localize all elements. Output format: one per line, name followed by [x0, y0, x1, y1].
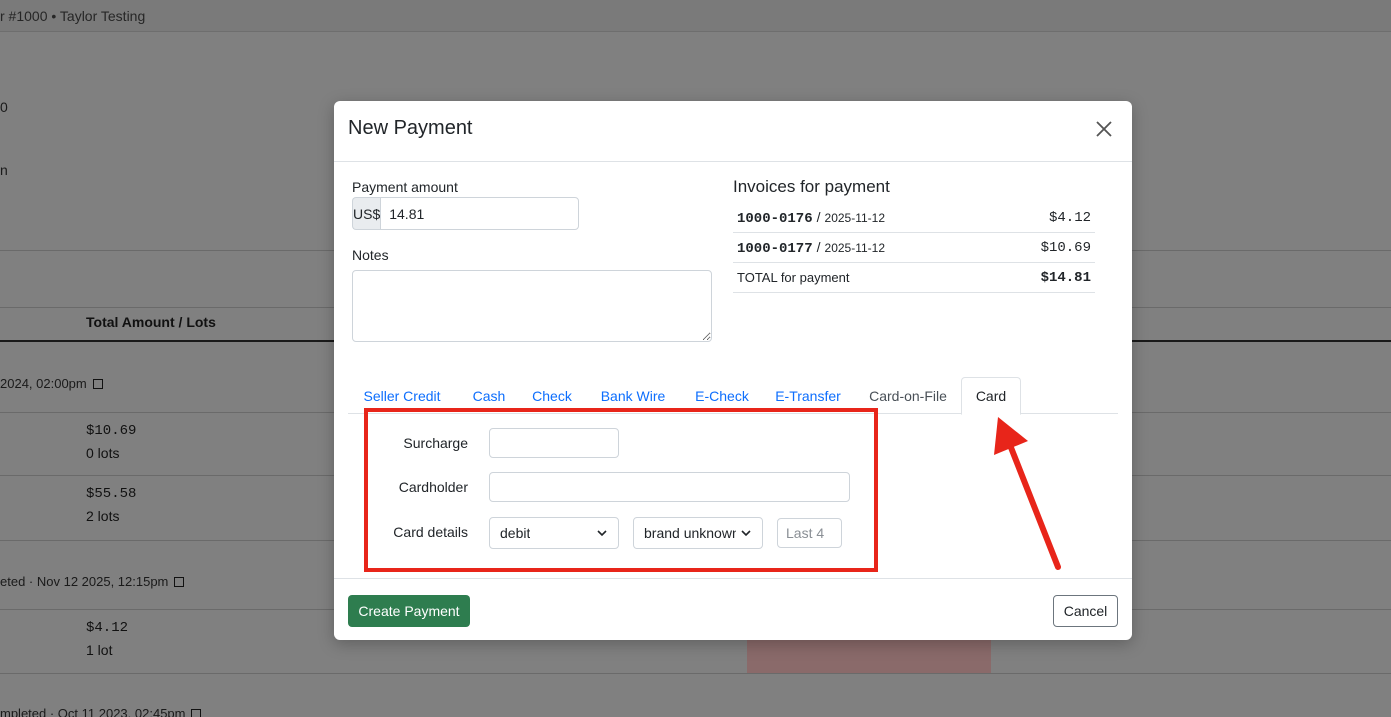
- row-amount: $10.69: [86, 423, 137, 439]
- row-lots: 1 lot: [86, 642, 113, 658]
- background-fragment: 0: [0, 99, 8, 115]
- invoice-date: 2025-11-12: [824, 210, 886, 225]
- modal-footer: Create Payment Cancel: [334, 578, 1132, 640]
- invoice-id: 1000-0176: [737, 210, 813, 227]
- invoice-separator: /: [816, 208, 821, 225]
- modal-title: New Payment: [348, 117, 473, 139]
- highlight-cell: [747, 640, 991, 674]
- background-meta: eted · Nov 12 2025, 12:15pm: [0, 574, 185, 589]
- payment-amount-input[interactable]: [380, 197, 580, 230]
- external-link-icon: [191, 709, 202, 717]
- invoice-id: 1000-0177: [737, 240, 813, 257]
- background-header: r #1000 • Taylor Testing: [0, 0, 1391, 32]
- row-amount: $55.58: [86, 486, 137, 502]
- currency-addon: US$: [352, 197, 381, 230]
- create-payment-button[interactable]: Create Payment: [348, 595, 470, 627]
- notes-textarea[interactable]: [352, 270, 712, 342]
- invoices-table: 1000-0176/2025-11-12 $4.12 1000-0177/202…: [733, 203, 1095, 293]
- annotation-arrow-icon: [994, 417, 1061, 570]
- invoice-date: 2025-11-12: [824, 240, 886, 255]
- divider: [0, 673, 1391, 674]
- invoice-amount: $4.12: [1048, 209, 1091, 226]
- payment-amount-label: Payment amount: [352, 179, 458, 195]
- table-header-total: Total Amount / Lots: [86, 314, 216, 330]
- invoices-title: Invoices for payment: [733, 177, 890, 196]
- external-link-icon: [174, 577, 185, 587]
- invoice-row: 1000-0177/2025-11-12 $10.69: [733, 233, 1095, 263]
- invoice-separator: /: [816, 238, 821, 255]
- table-row: $10.69 0 lots: [86, 420, 136, 464]
- table-row: $55.58 2 lots: [86, 483, 136, 527]
- annotation-highlight-box: [364, 408, 878, 572]
- table-row: $4.12 1 lot: [86, 617, 128, 661]
- total-label: TOTAL for payment: [737, 270, 850, 285]
- invoice-row: 1000-0176/2025-11-12 $4.12: [733, 203, 1095, 233]
- background-header-text: r #1000 • Taylor Testing: [0, 8, 146, 24]
- modal-header: New Payment: [334, 101, 1132, 162]
- tab-card-on-file[interactable]: Card-on-File: [868, 377, 948, 414]
- cancel-button[interactable]: Cancel: [1053, 595, 1118, 627]
- row-lots: 2 lots: [86, 508, 120, 524]
- payment-amount-group: US$: [352, 197, 580, 230]
- external-link-icon: [92, 379, 103, 389]
- notes-label: Notes: [352, 247, 389, 263]
- invoice-amount: $10.69: [1040, 239, 1091, 256]
- total-amount: $14.81: [1040, 269, 1091, 286]
- background-meta: 2024, 02:00pm: [0, 376, 103, 391]
- background-fragment: n: [0, 162, 8, 178]
- tab-card[interactable]: Card: [961, 377, 1021, 415]
- close-icon[interactable]: [1094, 119, 1114, 139]
- background-meta: mpleted · Oct 11 2023, 02:45pm: [0, 706, 202, 717]
- row-amount: $4.12: [86, 620, 129, 636]
- invoice-total-row: TOTAL for payment $14.81: [733, 263, 1095, 293]
- row-lots: 0 lots: [86, 445, 120, 461]
